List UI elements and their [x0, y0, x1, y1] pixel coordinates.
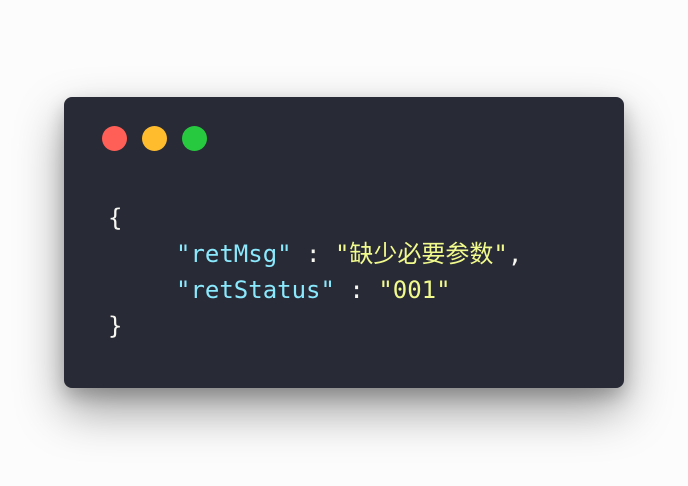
code-window: {"retMsg" : "缺少必要参数", "retStatus" : "001"…: [64, 97, 624, 388]
code-line-open: {: [108, 200, 522, 236]
retstatus-value: "001": [378, 276, 451, 304]
retstatus-key: "retStatus": [176, 276, 335, 304]
close-brace: }: [108, 312, 123, 340]
window-controls: [102, 126, 207, 151]
retmsg-key: "retMsg": [176, 240, 292, 268]
retmsg-separator: :: [291, 240, 335, 268]
page-canvas: {"retMsg" : "缺少必要参数", "retStatus" : "001"…: [0, 0, 688, 486]
minimize-button[interactable]: [142, 126, 167, 151]
code-line-retmsg: "retMsg" : "缺少必要参数",: [108, 236, 522, 272]
json-code-block: {"retMsg" : "缺少必要参数", "retStatus" : "001"…: [108, 200, 522, 344]
retmsg-value: "缺少必要参数": [334, 240, 508, 268]
retstatus-separator: :: [334, 276, 379, 304]
close-button[interactable]: [102, 126, 127, 151]
zoom-button[interactable]: [182, 126, 207, 151]
retmsg-suffix: ,: [507, 240, 523, 268]
open-brace: {: [108, 204, 123, 232]
code-line-close: }: [108, 308, 522, 344]
code-line-retstatus: "retStatus" : "001": [108, 272, 522, 308]
